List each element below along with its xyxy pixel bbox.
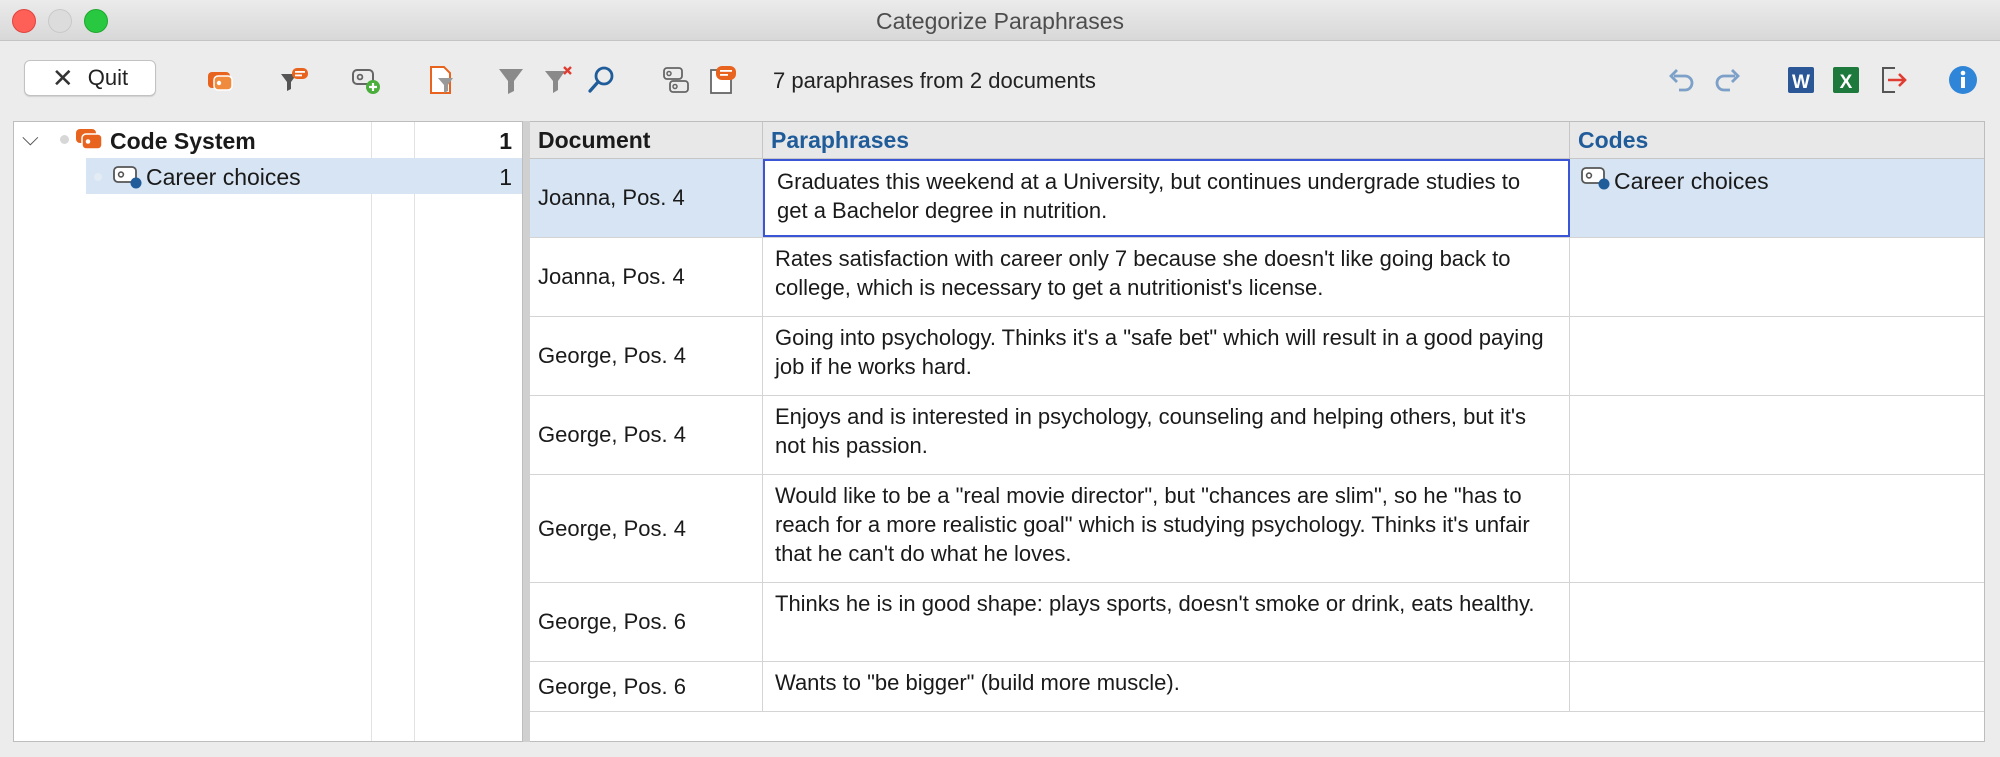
paraphrase-cell[interactable]: Wants to "be bigger" (build more muscle)…	[763, 662, 1570, 711]
info-icon[interactable]	[1946, 63, 1980, 97]
codes-cell[interactable]	[1570, 396, 1984, 474]
paraphrase-cell[interactable]: Rates satisfaction with career only 7 be…	[763, 238, 1570, 316]
document-cell: Joanna, Pos. 4	[530, 238, 763, 316]
column-divider	[414, 122, 415, 741]
paraphrase-filter-icon[interactable]	[277, 63, 311, 97]
codes-cell[interactable]	[1570, 238, 1984, 316]
code-chip[interactable]: Career choices	[1580, 165, 1769, 197]
document-cell: George, Pos. 4	[530, 317, 763, 395]
codes-cell[interactable]	[1570, 583, 1984, 661]
header-paraphrases[interactable]: Paraphrases	[763, 122, 1570, 158]
table-row[interactable]: George, Pos. 4 Going into psychology. Th…	[530, 317, 1984, 396]
code-icon	[1580, 165, 1612, 197]
tree-item-code-system[interactable]: ⌵ Code System 1	[14, 122, 522, 158]
codes-cell[interactable]: Career choices	[1570, 159, 1984, 237]
paraphrase-memo-icon[interactable]	[705, 63, 739, 97]
tree-count: 1	[499, 128, 512, 154]
codes-cell[interactable]	[1570, 317, 1984, 395]
table-row[interactable]: George, Pos. 4 Would like to be a "real …	[530, 475, 1984, 583]
word-export-icon[interactable]: W	[1784, 63, 1818, 97]
status-text: 7 paraphrases from 2 documents	[773, 68, 1096, 93]
code-system-icon	[74, 127, 104, 158]
paraphrase-cell[interactable]: Thinks he is in good shape: plays sports…	[763, 583, 1570, 661]
search-icon[interactable]	[585, 63, 619, 97]
svg-text:W: W	[1792, 72, 1810, 93]
export-icon[interactable]	[1876, 63, 1910, 97]
quit-button[interactable]: ✕ Quit	[24, 60, 156, 96]
header-codes[interactable]: Codes	[1570, 122, 1984, 158]
title-bar: Categorize Paraphrases	[0, 0, 2000, 41]
undo-icon[interactable]	[1664, 63, 1698, 97]
redo-icon[interactable]	[1711, 63, 1745, 97]
filter-icon[interactable]	[494, 63, 528, 97]
window-title: Categorize Paraphrases	[875, 8, 1125, 34]
excel-export-icon[interactable]: X	[1829, 63, 1863, 97]
table-header: Document Paraphrases Codes	[530, 122, 1984, 159]
status-dot-icon	[60, 135, 69, 144]
code-system-panel: ⌵ Code System 1 Career choices 1	[13, 121, 523, 742]
document-cell: George, Pos. 6	[530, 583, 763, 661]
paraphrase-cell[interactable]: Would like to be a "real movie director"…	[763, 475, 1570, 582]
table-row[interactable]: Joanna, Pos. 4 Graduates this weekend at…	[530, 159, 1984, 238]
paraphrase-cell[interactable]: Going into psychology. Thinks it's a "sa…	[763, 317, 1570, 395]
document-filter-icon[interactable]	[424, 63, 458, 97]
code-icon	[112, 164, 144, 195]
table-row[interactable]: George, Pos. 6 Thinks he is in good shap…	[530, 583, 1984, 662]
paraphrase-cell[interactable]: Enjoys and is interested in psychology, …	[763, 396, 1570, 474]
new-code-icon[interactable]	[349, 63, 383, 97]
codes-cell[interactable]	[1570, 662, 1984, 711]
document-cell: George, Pos. 6	[530, 662, 763, 711]
panel-splitter[interactable]	[523, 121, 530, 742]
table-row[interactable]: Joanna, Pos. 4 Rates satisfaction with c…	[530, 238, 1984, 317]
header-document[interactable]: Document	[530, 122, 763, 158]
codes-cell[interactable]	[1570, 475, 1984, 582]
tree-label: Code System	[110, 128, 256, 154]
code-system-icon[interactable]	[203, 63, 237, 97]
clear-filter-icon[interactable]	[541, 63, 575, 97]
document-cell: George, Pos. 4	[530, 475, 763, 582]
table-row[interactable]: George, Pos. 4 Enjoys and is interested …	[530, 396, 1984, 475]
column-divider	[371, 122, 372, 741]
paraphrases-table: Document Paraphrases Codes Joanna, Pos. …	[530, 121, 1985, 742]
tree-count: 1	[499, 164, 512, 190]
codes-view-icon[interactable]	[660, 63, 694, 97]
tree-item-career-choices[interactable]: Career choices 1	[14, 158, 522, 194]
document-cell: George, Pos. 4	[530, 396, 763, 474]
chevron-down-icon[interactable]: ⌵	[22, 125, 39, 151]
svg-text:X: X	[1840, 72, 1853, 93]
document-cell: Joanna, Pos. 4	[530, 159, 763, 237]
code-label: Career choices	[1614, 167, 1769, 194]
toolbar: ✕ Quit 7 paraphrases from 2 documents W …	[0, 41, 2000, 119]
paraphrase-cell[interactable]: Graduates this weekend at a University, …	[763, 159, 1570, 237]
close-icon: ✕	[51, 63, 74, 93]
status-dot-icon	[94, 173, 102, 181]
table-row[interactable]: George, Pos. 6 Wants to "be bigger" (bui…	[530, 662, 1984, 712]
quit-label: Quit	[87, 65, 129, 90]
tree-label: Career choices	[146, 164, 301, 190]
